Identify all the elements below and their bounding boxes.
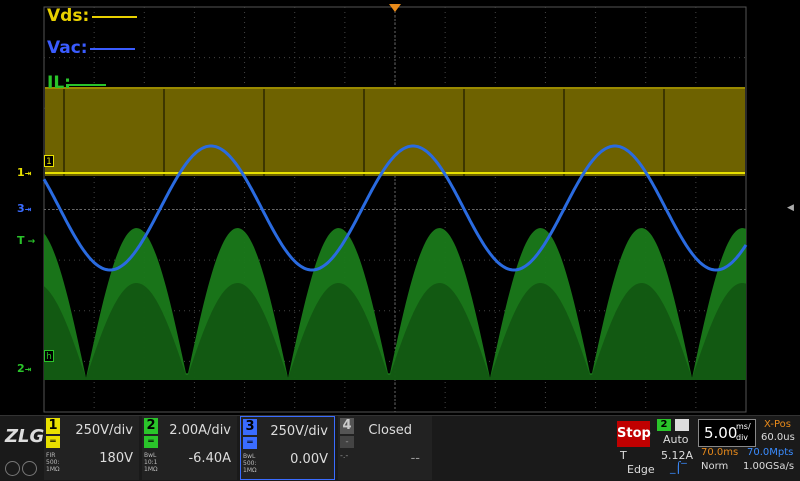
run-stop-button[interactable]: Stop xyxy=(617,421,651,447)
trigger-source-badge[interactable]: 2 xyxy=(657,419,671,431)
legend-vac: Vac: xyxy=(47,38,88,58)
ch1-ref-box: 1 xyxy=(44,155,54,167)
waveform-canvas xyxy=(42,6,748,413)
ch3-number: 3 xyxy=(243,419,257,435)
timebase-unit-bottom: div xyxy=(736,433,749,442)
ch1-coupling-icon: ═ xyxy=(46,436,60,448)
memory-depth: 70.0Mpts xyxy=(747,447,794,458)
ch4-settings[interactable]: 4 - -.- Closed -- xyxy=(338,416,432,480)
ch2-info: BwL 10:1 1MΩ xyxy=(144,452,158,473)
timebase-unit-top: ms/ xyxy=(736,422,751,431)
ch2-offset: -6.40A xyxy=(188,451,231,466)
ch2-settings[interactable]: 2 ═ BwL 10:1 1MΩ 2.00A/div -6.40A xyxy=(142,416,237,480)
legend-il: IL: xyxy=(47,73,71,93)
sample-rate: 1.00GSa/s xyxy=(743,461,795,472)
ch3-level-marker[interactable]: 3⇥ xyxy=(17,202,31,215)
trigger-position-marker[interactable] xyxy=(389,4,401,12)
legend-vds-line xyxy=(92,16,137,18)
ch2-level-marker[interactable]: 2⇥ xyxy=(17,362,31,375)
trigger-edge-label: Edge xyxy=(627,463,655,476)
ch3-marker-text: 3 xyxy=(17,202,25,215)
ch2-ref-box: h xyxy=(44,350,54,362)
acquisition-mode: Norm xyxy=(701,461,729,472)
legend-vac-line xyxy=(90,48,135,50)
ch2-marker-text: 2 xyxy=(17,362,25,375)
ch1-number: 1 xyxy=(46,418,60,434)
ch2-scale: 2.00A/div xyxy=(169,423,231,438)
ch3-offset: 0.00V xyxy=(290,452,328,467)
legend-il-line xyxy=(66,84,106,86)
lock-icon[interactable] xyxy=(5,461,20,476)
trigger-mode[interactable]: Auto xyxy=(663,433,689,446)
ch1-info: FIR 500: 1MΩ xyxy=(46,452,60,473)
ch1-settings[interactable]: 1 ═ FIR 500: 1MΩ 250V/div 180V xyxy=(44,416,139,480)
legend-vac-label: Vac: xyxy=(47,38,88,58)
ch1-scale: 250V/div xyxy=(75,423,133,438)
timebase-value: 5.00 xyxy=(704,424,738,442)
legend-vds: Vds: xyxy=(47,6,89,26)
ch3-coupling-icon: ═ xyxy=(243,437,257,449)
waveform-display[interactable]: Vds: Vac: IL: 1⇥ 3⇥ T → 2⇥ 1 h ◀ xyxy=(0,0,800,415)
ch4-number: 4 xyxy=(340,418,354,434)
timebase-control[interactable]: 5.00 ms/ div xyxy=(698,419,756,447)
bottom-status-bar: ZLG 1 ═ FIR 500: 1MΩ 250V/div 180V 2 ═ B… xyxy=(0,415,800,481)
xpos-label: X-Pos xyxy=(764,419,791,430)
ch4-coupling-icon: - xyxy=(340,436,354,448)
trigger-coupling-icon xyxy=(675,419,689,431)
ch4-scale: Closed xyxy=(368,423,412,438)
ch2-number: 2 xyxy=(144,418,158,434)
ch1-level-marker[interactable]: 1⇥ xyxy=(17,166,31,179)
ch3-info: BwL 500: 1MΩ xyxy=(243,453,257,474)
trigger-level-marker[interactable]: T → xyxy=(17,234,35,247)
brand-logo: ZLG xyxy=(5,426,45,447)
window-length: 70.0ms xyxy=(701,447,739,458)
logo-area: ZLG xyxy=(0,416,44,480)
ch2-coupling-icon: ═ xyxy=(144,436,158,448)
trigger-type-label: T xyxy=(620,449,627,462)
help-icon[interactable] xyxy=(22,461,37,476)
ch1-offset: 180V xyxy=(99,451,133,466)
ch3-scale: 250V/div xyxy=(270,424,328,439)
trigger-marker-text: T xyxy=(17,234,25,247)
expand-right-icon[interactable]: ◀ xyxy=(787,203,794,213)
ch3-settings[interactable]: 3 ═ BwL 500: 1MΩ 250V/div 0.00V xyxy=(240,416,335,480)
ch4-info: -.- xyxy=(340,451,349,460)
legend-vds-label: Vds: xyxy=(47,6,90,26)
rising-edge-icon: _⌠‾ xyxy=(670,461,687,474)
legend-il-label: IL: xyxy=(47,73,71,93)
ch4-offset: -- xyxy=(410,451,420,466)
ch1-marker-text: 1 xyxy=(17,166,25,179)
xpos-value[interactable]: 60.0us xyxy=(761,432,795,443)
